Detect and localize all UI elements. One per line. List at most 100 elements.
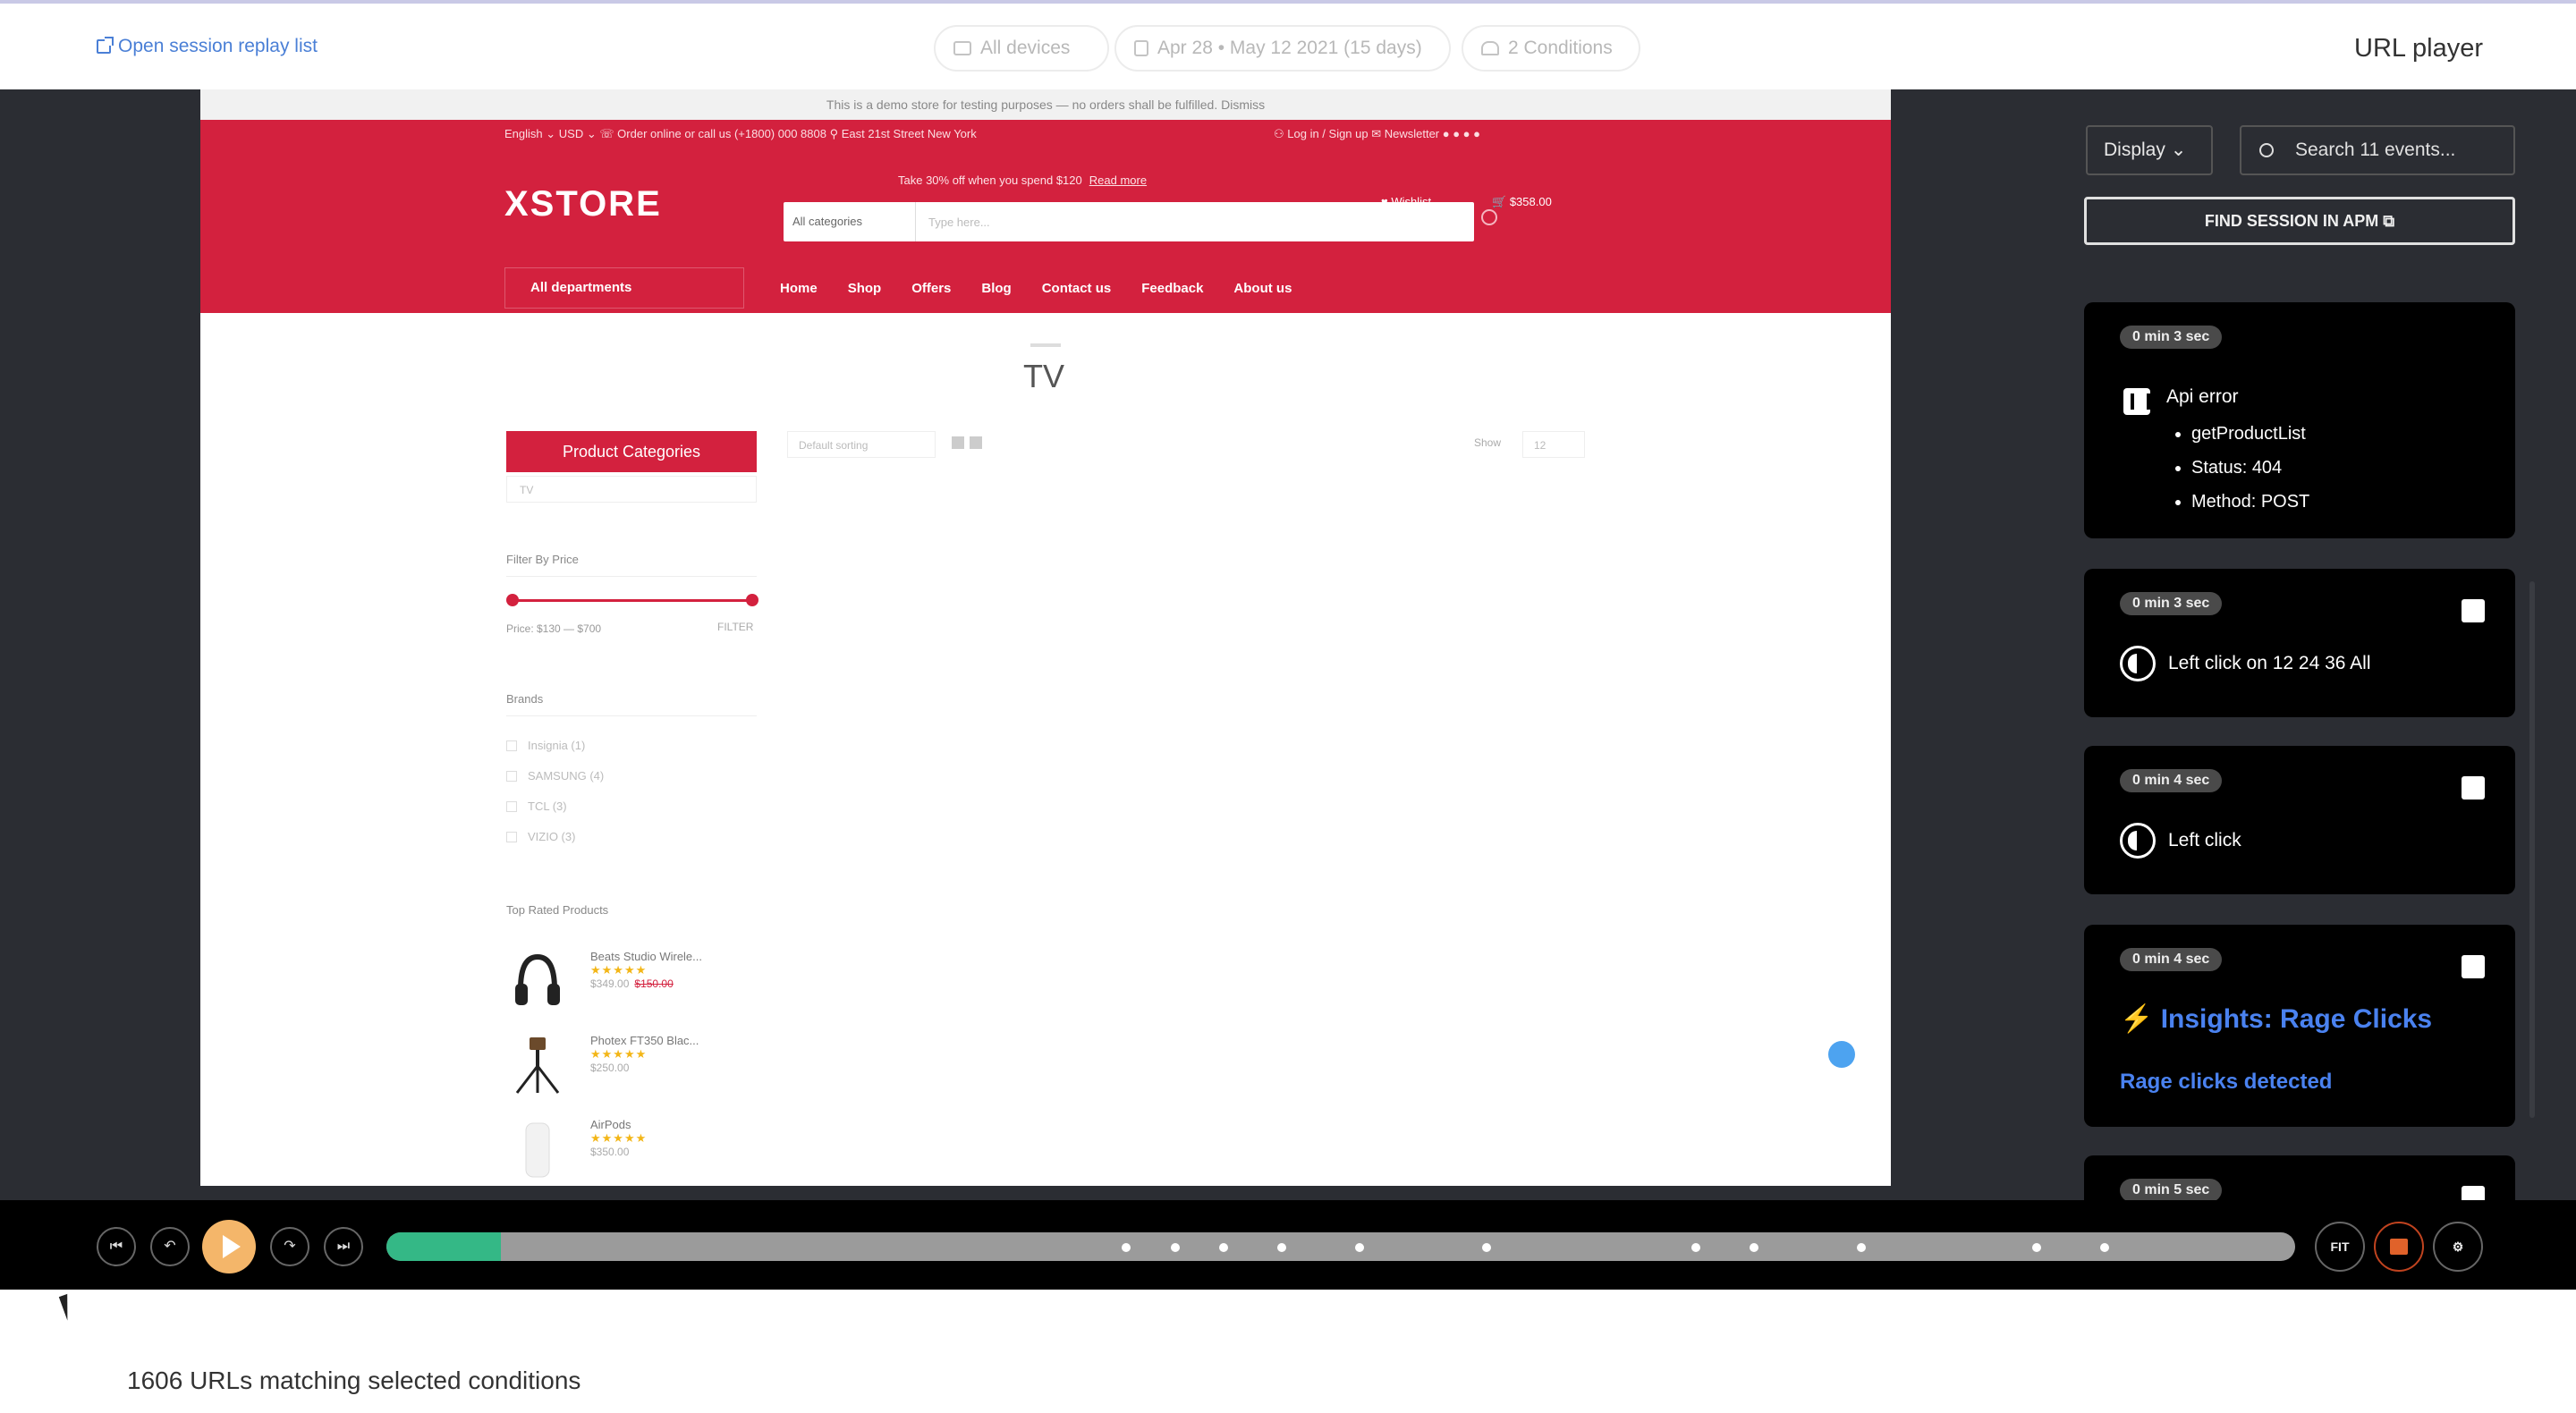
site-price-handle-max bbox=[746, 594, 758, 606]
event-card-rage-clicks[interactable]: 0 min 4 sec ⚡ Insights: Rage Clicks Rage… bbox=[2084, 925, 2515, 1127]
site-product-name: AirPods bbox=[590, 1118, 631, 1131]
calendar-icon bbox=[1134, 40, 1148, 56]
site-price-slider bbox=[512, 599, 753, 602]
site-category-select: TV bbox=[506, 476, 757, 503]
timeline-event-marker[interactable] bbox=[1218, 1243, 1228, 1252]
event-card-left-click[interactable]: 0 min 4 sec Left click bbox=[2084, 746, 2515, 894]
site-brand-item: Insignia (1) bbox=[506, 739, 585, 752]
timeline-event-marker[interactable] bbox=[2099, 1243, 2109, 1252]
site-logo: XSTORE bbox=[504, 184, 662, 224]
events-scrollbar[interactable] bbox=[2529, 581, 2535, 1118]
devices-filter[interactable]: All devices bbox=[934, 25, 1109, 72]
site-header: English ⌄ USD ⌄ ☏ Order online or call u… bbox=[200, 120, 1891, 313]
display-dropdown[interactable]: Display ⌄ bbox=[2086, 125, 2213, 175]
insight-title-text: Insights: Rage Clicks bbox=[2160, 1004, 2433, 1034]
site-search-placeholder: Type here... bbox=[928, 215, 990, 229]
find-session-in-apm-button[interactable]: FIND SESSION IN APM ⧉ bbox=[2084, 197, 2515, 245]
event-checkbox[interactable] bbox=[2462, 776, 2485, 800]
site-nav-item: About us bbox=[1233, 280, 1292, 296]
checkbox-icon bbox=[506, 831, 517, 842]
site-product-stars: ★★★★★ bbox=[590, 963, 648, 977]
event-checkbox[interactable] bbox=[2462, 1186, 2485, 1200]
site-product-stars: ★★★★★ bbox=[590, 1131, 648, 1145]
site-price-range: Price: $130 — $700 bbox=[506, 622, 602, 635]
api-detail: Status: 404 bbox=[2191, 451, 2309, 485]
search-icon bbox=[2259, 143, 2274, 157]
site-search-category: All categories bbox=[784, 202, 916, 241]
lightning-icon: ⚡ bbox=[2120, 1004, 2154, 1034]
site-show-label: Show bbox=[1474, 436, 1502, 449]
site-promo-text: Take 30% off when you spend $120 bbox=[898, 173, 1082, 187]
divider bbox=[506, 576, 757, 577]
site-show-select: 12 bbox=[1522, 431, 1585, 458]
site-product-price: $250.00 bbox=[590, 1062, 630, 1074]
insight-subtitle: Rage clicks detected bbox=[2120, 1070, 2333, 1094]
divider bbox=[506, 715, 757, 716]
rewind-button[interactable]: ↶ bbox=[150, 1227, 190, 1266]
fit-button[interactable]: FIT bbox=[2315, 1222, 2365, 1272]
open-session-replay-list-label: Open session replay list bbox=[118, 36, 318, 56]
site-page-title: TV bbox=[1023, 358, 1065, 394]
site-product-price: $150.00 bbox=[634, 977, 674, 990]
open-session-replay-list-link[interactable]: Open session replay list bbox=[97, 36, 318, 57]
event-card-partial[interactable]: 0 min 5 sec bbox=[2084, 1155, 2515, 1200]
site-price-handle-min bbox=[506, 594, 519, 606]
site-promo: Take 30% off when you spend $120 Read mor… bbox=[898, 173, 1147, 187]
date-range-filter[interactable]: Apr 28 • May 12 2021 (15 days) bbox=[1114, 25, 1451, 72]
event-card-left-click[interactable]: 0 min 3 sec Left click on 12 24 36 All bbox=[2084, 569, 2515, 717]
split-view-icon bbox=[2390, 1239, 2408, 1255]
api-detail: Method: POST bbox=[2191, 485, 2309, 519]
split-view-button[interactable] bbox=[2374, 1222, 2424, 1272]
users-icon bbox=[1481, 41, 1499, 55]
settings-button[interactable]: ⚙ bbox=[2433, 1222, 2483, 1272]
site-brand-label: Insignia (1) bbox=[528, 739, 586, 752]
site-filter-heading: Filter By Price bbox=[506, 553, 579, 566]
replay-timeline[interactable] bbox=[386, 1232, 2295, 1261]
timeline-event-marker[interactable] bbox=[1122, 1243, 1131, 1252]
timeline-event-marker[interactable] bbox=[1481, 1243, 1491, 1252]
list-view-icon bbox=[970, 436, 982, 449]
site-nav-item: Blog bbox=[981, 280, 1012, 296]
event-search-input[interactable]: Search 11 events... bbox=[2240, 125, 2515, 175]
api-error-details: getProductList Status: 404 Method: POST bbox=[2165, 417, 2309, 519]
site-top-info: English ⌄ USD ⌄ ☏ Order online or call u… bbox=[504, 127, 977, 140]
timeline-event-marker[interactable] bbox=[2031, 1243, 2041, 1252]
event-checkbox[interactable] bbox=[2462, 599, 2485, 622]
event-label: Left click on 12 24 36 All bbox=[2168, 653, 2371, 673]
demo-notice: This is a demo store for testing purpose… bbox=[200, 89, 1891, 120]
checkbox-icon bbox=[506, 800, 517, 812]
timeline-event-marker[interactable] bbox=[1355, 1243, 1365, 1252]
earbuds-icon bbox=[510, 1118, 565, 1180]
grid-view-icon bbox=[952, 436, 964, 449]
device-icon bbox=[953, 41, 971, 55]
site-filter-button: FILTER bbox=[717, 621, 754, 633]
headphones-icon bbox=[510, 950, 565, 1012]
event-label: Left click bbox=[2168, 830, 2241, 850]
checkbox-icon bbox=[506, 740, 517, 751]
site-brand-item: TCL (3) bbox=[506, 800, 567, 813]
timeline-event-marker[interactable] bbox=[1750, 1243, 1759, 1252]
event-card-api-error[interactable]: 0 min 3 sec Api error getProductList Sta… bbox=[2084, 302, 2515, 538]
site-product-stars: ★★★★★ bbox=[590, 1047, 648, 1061]
site-product-old-price: $349.00 bbox=[590, 977, 630, 990]
site-nav-item: Home bbox=[780, 280, 818, 296]
timeline-event-marker[interactable] bbox=[1856, 1243, 1866, 1252]
timeline-event-marker[interactable] bbox=[1690, 1243, 1700, 1252]
site-top-rated-heading: Top Rated Products bbox=[506, 903, 609, 917]
mouse-cursor-icon bbox=[58, 1290, 85, 1321]
event-checkbox[interactable] bbox=[2462, 955, 2485, 978]
site-nav-item: Shop bbox=[847, 280, 882, 296]
skip-end-button[interactable]: ⏭ bbox=[324, 1227, 363, 1266]
site-brand-item: SAMSUNG (4) bbox=[506, 769, 604, 783]
play-button[interactable] bbox=[202, 1220, 256, 1273]
forward-button[interactable]: ↷ bbox=[270, 1227, 309, 1266]
site-product-item: AirPods ★★★★★ $350.00 bbox=[510, 1118, 647, 1180]
skip-start-button[interactable]: ⏮ bbox=[97, 1227, 136, 1266]
site-cart: 🛒 $358.00 bbox=[1492, 195, 1552, 208]
conditions-filter[interactable]: 2 Conditions bbox=[1462, 25, 1640, 72]
timeline-event-marker[interactable] bbox=[1170, 1243, 1180, 1252]
site-brand-item: VIZIO (3) bbox=[506, 830, 575, 843]
site-nav-item: Contact us bbox=[1041, 280, 1112, 296]
timeline-event-marker[interactable] bbox=[1277, 1243, 1287, 1252]
site-brand-label: VIZIO (3) bbox=[528, 830, 576, 843]
